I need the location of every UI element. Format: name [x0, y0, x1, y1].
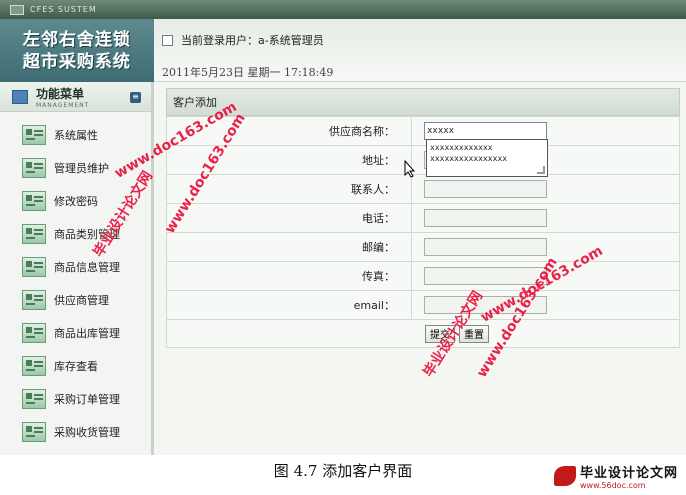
app-window: CFES SUSTEM 左邻右舍连锁 超市采购系统 当前登录用户：a-系统管理员… — [0, 0, 686, 455]
form-icon — [22, 124, 46, 145]
sidebar-item-label: 商品出库管理 — [54, 326, 120, 340]
sidebar-item-system-properties[interactable]: 系统属性 — [0, 118, 151, 151]
form-icon — [22, 190, 46, 211]
phone-input[interactable] — [424, 209, 547, 227]
postcode-input[interactable] — [424, 238, 547, 256]
login-user-row: 当前登录用户：a-系统管理员 — [162, 32, 324, 48]
email-label: email： — [166, 290, 412, 320]
sidebar-item-label: 修改密码 — [54, 194, 98, 208]
sidebar-item-label: 系统属性 — [54, 128, 98, 142]
home-icon — [12, 89, 28, 104]
logo-line-1: 左邻右舍连锁 — [23, 29, 131, 50]
title-bar: CFES SUSTEM — [0, 0, 686, 19]
login-user-text: 当前登录用户：a-系统管理员 — [181, 34, 324, 47]
sidebar-item-product-info[interactable]: 商品信息管理 — [0, 250, 151, 283]
menu-subtitle: MANAGEMENT — [36, 101, 90, 109]
supplier-name-input[interactable]: xxxxx — [424, 122, 547, 140]
form-actions: 提交 重置 — [166, 320, 680, 348]
form-row: 地址： — [166, 145, 680, 175]
form-icon — [22, 421, 46, 442]
form-icon — [22, 157, 46, 178]
form-icon — [22, 256, 46, 277]
sidebar-item-purchase-receiving[interactable]: 采购收货管理 — [0, 415, 151, 448]
sidebar-item-label: 管理员维护 — [54, 161, 109, 175]
form-row: email： — [166, 290, 680, 320]
mouse-cursor-icon — [404, 160, 416, 178]
panel-title: 客户添加 — [166, 88, 680, 116]
site-logo-icon — [553, 466, 576, 486]
document-icon — [162, 34, 173, 46]
customer-add-form: 供应商名称： xxxxx xxxxxxxxxxxxx xxxxxxxxxxxxx… — [166, 116, 680, 320]
resize-grip-icon[interactable] — [537, 166, 545, 174]
sidebar: 功能菜单 MANAGEMENT ≡ 系统属性 管理员维护 修改密码 商品类别管理… — [0, 82, 154, 455]
postcode-label: 邮编： — [166, 232, 412, 262]
form-icon — [22, 223, 46, 244]
logo-line-2: 超市采购系统 — [23, 51, 131, 72]
sidebar-item-inventory-view[interactable]: 库存查看 — [0, 349, 151, 382]
menu-header: 功能菜单 MANAGEMENT ≡ — [0, 82, 151, 112]
form-icon — [22, 355, 46, 376]
form-row: 传真： — [166, 261, 680, 291]
menu-title: 功能菜单 — [36, 86, 85, 101]
sidebar-item-label: 采购收货管理 — [54, 425, 120, 439]
form-row: 联系人： — [166, 174, 680, 204]
form-icon — [22, 388, 46, 409]
system-label: CFES SUSTEM — [30, 5, 97, 14]
contact-input[interactable] — [424, 180, 547, 198]
autocomplete-option[interactable]: xxxxxxxxxxxxx — [430, 142, 544, 153]
sidebar-item-label: 采购订单管理 — [54, 392, 120, 406]
sidebar-item-supplier-management[interactable]: 供应商管理 — [0, 283, 151, 316]
app-logo: 左邻右舍连锁 超市采购系统 — [0, 19, 154, 82]
autocomplete-option[interactable]: xxxxxxxxxxxxxxxx — [430, 153, 544, 164]
page-header: 当前登录用户：a-系统管理员 2011年5月23日 星期一 17:18:49 — [154, 19, 686, 82]
collapse-menu-button[interactable]: ≡ — [130, 92, 141, 103]
phone-label: 电话： — [166, 203, 412, 233]
datetime-display: 2011年5月23日 星期一 17:18:49 — [162, 66, 334, 79]
corner-logo-name: 毕业设计论文网 — [579, 466, 678, 481]
form-icon — [22, 289, 46, 310]
sidebar-item-outbound-management[interactable]: 商品出库管理 — [0, 316, 151, 349]
form-row: 电话： — [166, 203, 680, 233]
sidebar-item-label: 商品信息管理 — [54, 260, 120, 274]
sidebar-item-label: 供应商管理 — [54, 293, 109, 307]
system-icon — [10, 4, 24, 15]
corner-logo-url: www.56doc.com — [579, 481, 646, 490]
fax-label: 传真： — [166, 261, 412, 291]
corner-logo: 毕业设计论文网 www.56doc.com — [553, 462, 678, 490]
sidebar-item-purchase-orders[interactable]: 采购订单管理 — [0, 382, 151, 415]
autocomplete-dropdown[interactable]: xxxxxxxxxxxxx xxxxxxxxxxxxxxxx — [426, 139, 548, 177]
form-icon — [22, 322, 46, 343]
sidebar-item-label: 库存查看 — [54, 359, 98, 373]
